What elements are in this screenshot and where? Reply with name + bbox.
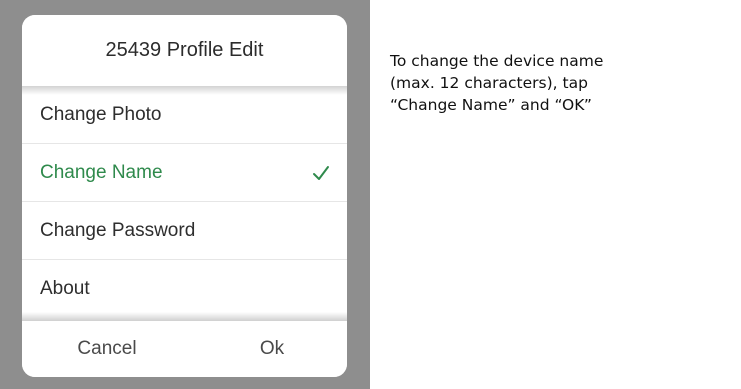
dialog-buttons: Cancel Ok xyxy=(22,321,347,377)
menu-item-change-password[interactable]: Change Password xyxy=(22,202,347,260)
menu-item-change-name[interactable]: Change Name xyxy=(22,144,347,202)
buttons-divider xyxy=(22,312,347,321)
checkmark-icon xyxy=(313,165,329,180)
instruction-text: To change the device name (max. 12 chara… xyxy=(390,50,720,116)
menu-item-label: Change Password xyxy=(40,219,196,241)
ok-button[interactable]: Ok xyxy=(197,321,347,377)
profile-edit-dialog: 25439 Profile Edit Change Photo Change N… xyxy=(22,15,347,377)
menu-item-label: About xyxy=(40,278,90,299)
profile-menu: Change Photo Change Name Change Password… xyxy=(22,86,347,318)
cancel-button[interactable]: Cancel xyxy=(32,321,182,377)
menu-item-change-photo[interactable]: Change Photo xyxy=(22,86,347,144)
menu-item-label: Change Photo xyxy=(40,103,162,125)
menu-item-about[interactable]: About xyxy=(22,260,347,318)
menu-item-label: Change Name xyxy=(40,161,163,183)
instruction-line: To change the device name xyxy=(390,52,604,70)
phone-screen: 25439 Profile Edit Change Photo Change N… xyxy=(0,0,370,389)
instruction-line: “Change Name” and “OK” xyxy=(390,96,592,114)
dialog-title: 25439 Profile Edit xyxy=(22,15,347,86)
instruction-line: (max. 12 characters), tap xyxy=(390,74,588,92)
